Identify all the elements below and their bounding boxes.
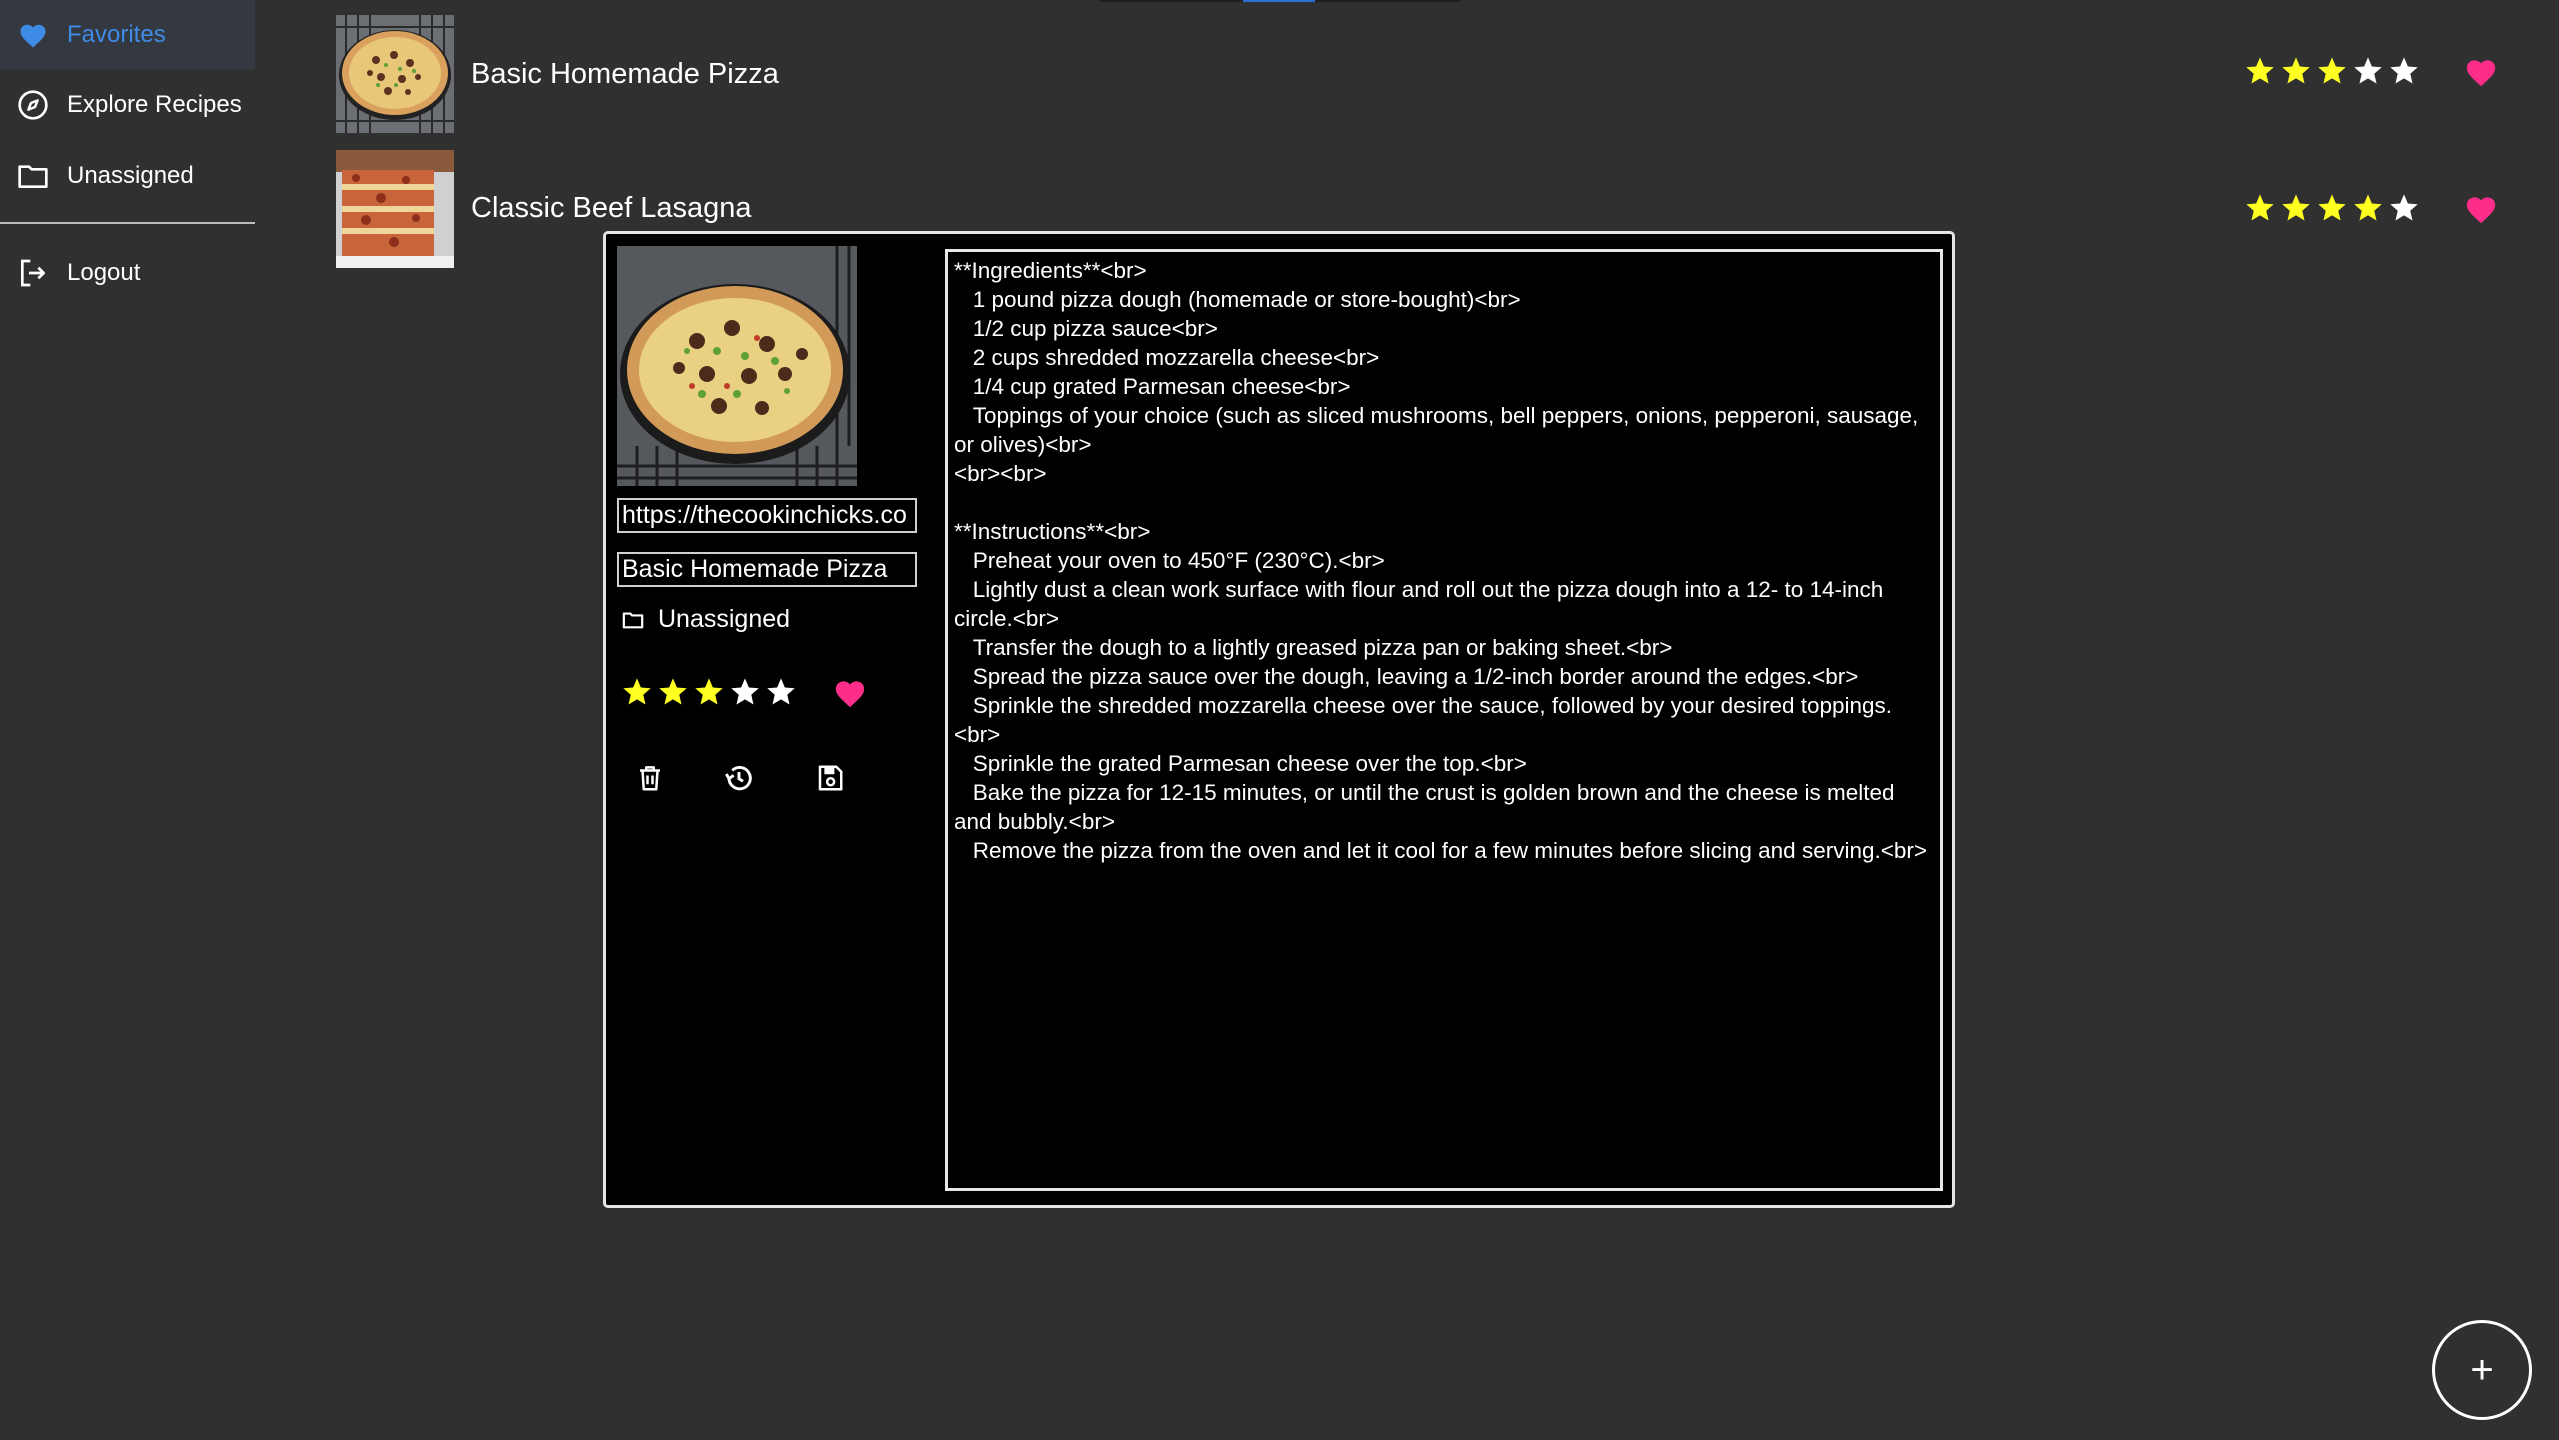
- star-filled-icon[interactable]: [2244, 192, 2276, 224]
- recipe-image: [617, 246, 857, 486]
- sidebar-item-label: Explore Recipes: [67, 91, 242, 118]
- add-recipe-button[interactable]: +: [2432, 1320, 2532, 1420]
- folder-icon: [622, 611, 644, 628]
- recipe-title: Basic Homemade Pizza: [471, 58, 779, 90]
- heart-icon: [16, 18, 50, 52]
- star-filled-icon[interactable]: [2352, 192, 2384, 224]
- sidebar-item-label: Favorites: [67, 21, 166, 48]
- tab-indicator: [1243, 0, 1315, 2]
- recipe-row[interactable]: Basic Homemade Pizza: [336, 15, 2526, 133]
- recipe-url-input[interactable]: https://thecookinchicks.co: [617, 498, 917, 533]
- heart-icon[interactable]: [2464, 192, 2498, 226]
- folder-icon: [16, 159, 50, 193]
- sidebar-item-label: Logout: [67, 259, 141, 286]
- star-empty-icon[interactable]: [729, 676, 761, 708]
- folder-selector[interactable]: Unassigned: [622, 605, 790, 634]
- sidebar: Favorites Explore Recipes Unassigned Log…: [0, 0, 255, 1440]
- folder-label: Unassigned: [658, 605, 791, 633]
- history-icon: [725, 766, 752, 791]
- delete-icon: [640, 766, 660, 791]
- plus-icon: +: [2470, 1348, 2494, 1392]
- save-button[interactable]: [810, 758, 850, 798]
- tab-strip: [1100, 0, 1460, 2]
- sidebar-item-logout[interactable]: Logout: [0, 238, 255, 308]
- star-filled-icon[interactable]: [657, 676, 689, 708]
- star-empty-icon[interactable]: [2352, 55, 2384, 87]
- compass-icon: [16, 88, 50, 122]
- star-rating[interactable]: [621, 676, 797, 708]
- star-filled-icon[interactable]: [2280, 55, 2312, 87]
- star-filled-icon[interactable]: [2244, 55, 2276, 87]
- history-button[interactable]: [719, 758, 759, 798]
- heart-icon[interactable]: [2464, 55, 2498, 89]
- recipe-content-textarea[interactable]: **Ingredients**<br> 1 pound pizza dough …: [945, 249, 1943, 1191]
- star-filled-icon[interactable]: [693, 676, 725, 708]
- pizza-thumbnail: [336, 15, 454, 133]
- recipe-name-input[interactable]: Basic Homemade Pizza: [617, 552, 917, 587]
- logout-icon: [16, 256, 50, 290]
- star-rating[interactable]: [2244, 192, 2420, 224]
- sidebar-item-favorites[interactable]: Favorites: [0, 0, 255, 70]
- sidebar-item-unassigned[interactable]: Unassigned: [0, 141, 255, 211]
- star-filled-icon[interactable]: [621, 676, 653, 708]
- recipe-title: Classic Beef Lasagna: [471, 192, 752, 224]
- sidebar-divider: [0, 222, 255, 224]
- sidebar-item-explore-recipes[interactable]: Explore Recipes: [0, 70, 255, 140]
- delete-button[interactable]: [630, 758, 670, 798]
- save-icon: [818, 765, 843, 791]
- star-filled-icon[interactable]: [2316, 192, 2348, 224]
- recipe-edit-dialog: https://thecookinchicks.co Basic Homemad…: [603, 231, 1955, 1208]
- star-empty-icon[interactable]: [765, 676, 797, 708]
- star-empty-icon[interactable]: [2388, 55, 2420, 87]
- heart-icon[interactable]: [833, 676, 867, 710]
- star-empty-icon[interactable]: [2388, 192, 2420, 224]
- star-filled-icon[interactable]: [2316, 55, 2348, 87]
- sidebar-item-label: Unassigned: [67, 162, 194, 189]
- lasagna-thumbnail: [336, 150, 454, 268]
- star-filled-icon[interactable]: [2280, 192, 2312, 224]
- star-rating[interactable]: [2244, 55, 2420, 87]
